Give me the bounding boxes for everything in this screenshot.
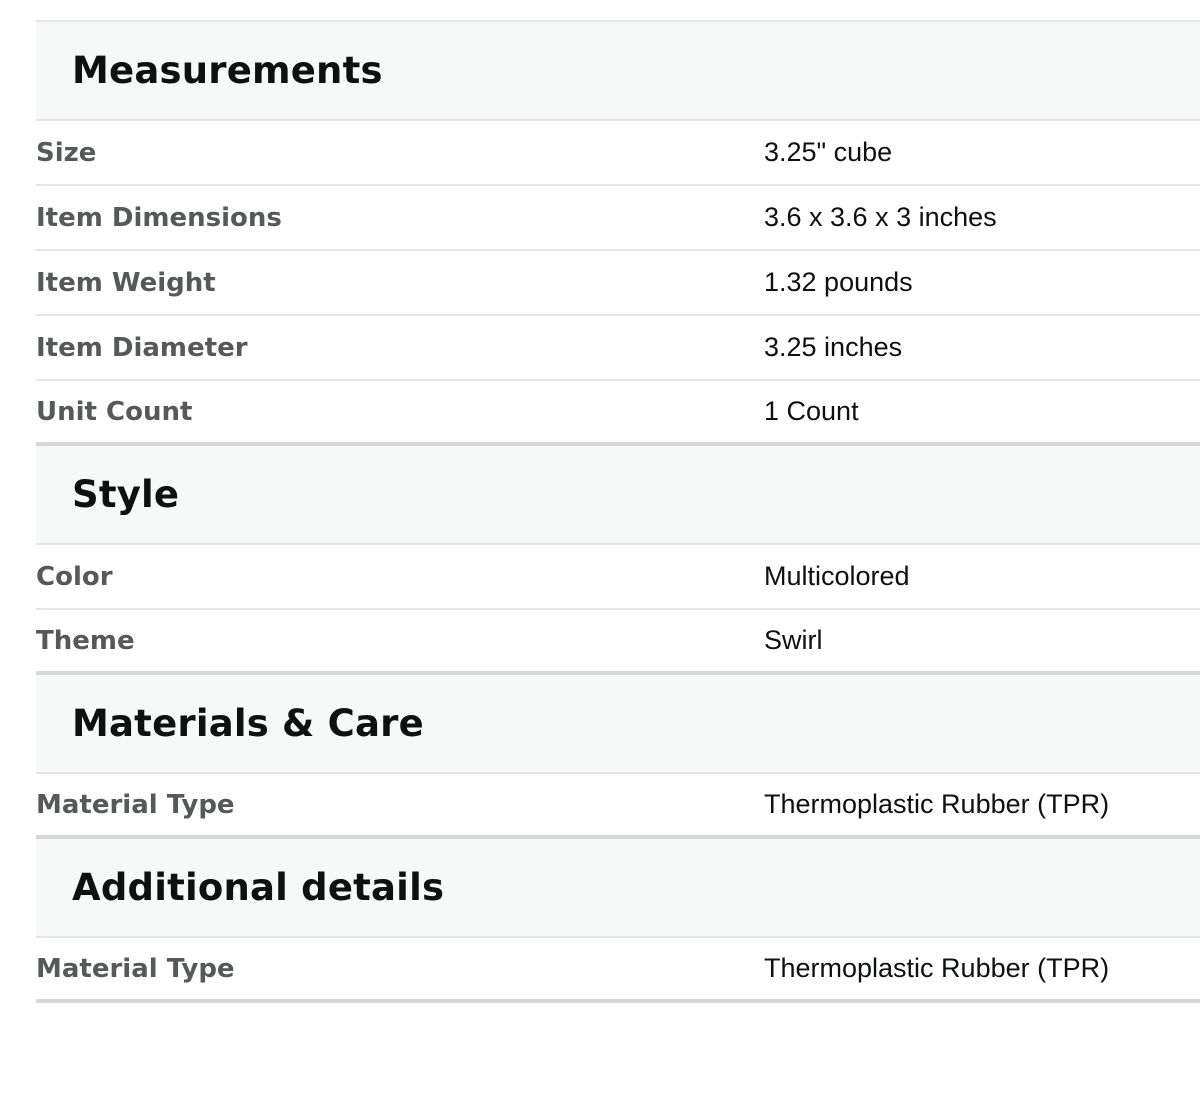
spec-row-material-type: Material Type Thermoplastic Rubber (TPR) [36, 774, 1200, 839]
spec-value: 3.6 x 3.6 x 3 inches [764, 202, 997, 232]
spec-value: 1.32 pounds [764, 267, 913, 297]
spec-row-unit-count: Unit Count 1 Count [36, 381, 1200, 446]
section-title: Measurements [72, 49, 383, 92]
spec-label: Color [36, 561, 113, 592]
spec-value: Swirl [764, 625, 823, 655]
section-title: Style [72, 473, 180, 516]
section-title: Additional details [72, 866, 445, 909]
spec-row-color: Color Multicolored [36, 545, 1200, 610]
spec-value: 1 Count [764, 396, 859, 426]
spec-row-item-diameter: Item Diameter 3.25 inches [36, 316, 1200, 381]
spec-label: Unit Count [36, 396, 193, 427]
spec-label: Item Weight [36, 267, 216, 298]
spec-value: 3.25 inches [764, 332, 903, 362]
spec-label: Item Diameter [36, 332, 248, 363]
spec-label: Item Dimensions [36, 202, 282, 233]
spec-value: Thermoplastic Rubber (TPR) [764, 953, 1110, 983]
section-header-style[interactable]: Style [36, 446, 1200, 545]
spec-label: Theme [36, 625, 135, 656]
spec-value: Thermoplastic Rubber (TPR) [764, 789, 1110, 819]
section-header-additional-details[interactable]: Additional details [36, 839, 1200, 938]
spec-row-theme: Theme Swirl [36, 610, 1200, 675]
spec-row-size: Size 3.25" cube [36, 121, 1200, 186]
product-specs-table: Measurements Size 3.25" cube Item Dimens… [36, 20, 1200, 1003]
spec-label: Material Type [36, 953, 235, 984]
spec-row-item-weight: Item Weight 1.32 pounds [36, 251, 1200, 316]
section-header-measurements[interactable]: Measurements [36, 22, 1200, 121]
spec-value: Multicolored [764, 561, 910, 591]
spec-label: Size [36, 137, 97, 168]
section-header-materials-care[interactable]: Materials & Care [36, 675, 1200, 774]
spec-row-material-type: Material Type Thermoplastic Rubber (TPR) [36, 938, 1200, 1003]
spec-value: 3.25" cube [764, 137, 893, 167]
spec-label: Material Type [36, 789, 235, 820]
section-title: Materials & Care [72, 702, 424, 745]
spec-row-item-dimensions: Item Dimensions 3.6 x 3.6 x 3 inches [36, 186, 1200, 251]
